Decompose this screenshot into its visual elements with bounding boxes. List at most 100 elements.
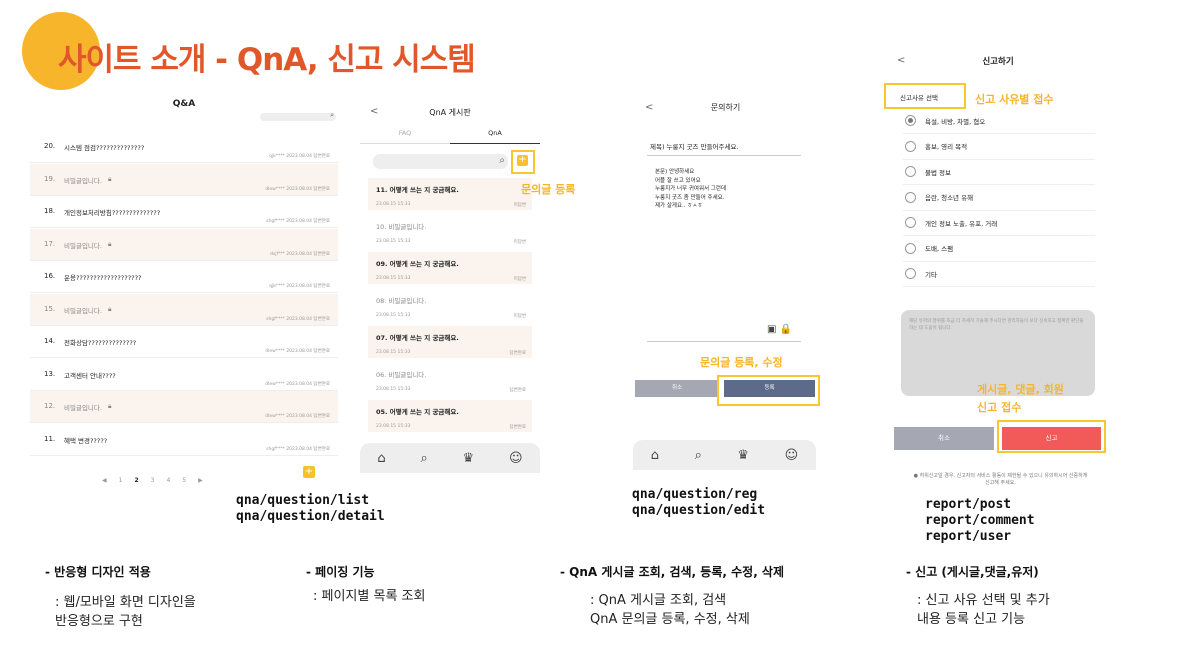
page-number[interactable]: 1 [119, 477, 123, 484]
list-item[interactable]: 07. 어떻게 쓰는 지 궁금해요. 23.08.15 15:33 답변완료 [368, 326, 532, 358]
item-date: 23.08.15 15:33 [376, 387, 411, 392]
list-item[interactable]: 05. 어떻게 쓰는 지 궁금해요. 23.08.15 15:33 답변완료 [368, 400, 532, 432]
search-icon[interactable]: ⌕ [695, 448, 702, 463]
row-meta: shgf**** 2023.08.04 답변완료 [266, 219, 330, 224]
reason-option-label: 음란, 청소년 유해 [925, 194, 974, 202]
row-title[interactable]: 비밀글입니다. [64, 240, 102, 250]
lock-icon: 🔒︎ [108, 304, 112, 313]
profile-icon[interactable]: ☺ [785, 448, 799, 463]
subject-field[interactable]: 제목) 누룽지 굿즈 만들어주세요. [650, 141, 739, 151]
row-number: 18. [44, 207, 56, 215]
cancel-button[interactable]: 취소 [635, 380, 719, 397]
radio-button[interactable] [905, 191, 916, 203]
feature-desc: 반응형으로 구현 [55, 614, 143, 629]
next-page-icon[interactable]: ▶ [198, 477, 203, 484]
reason-option[interactable]: 기타 [905, 268, 937, 279]
bottom-nav: ⌂ ⌕ ♛ ☺ [360, 443, 540, 473]
profile-icon[interactable]: ☺ [509, 451, 523, 466]
search-icon[interactable]: ⌕ [499, 155, 505, 166]
write-button[interactable]: + [303, 466, 315, 478]
list-item[interactable]: 06. 비밀글입니다. 23.08.15 15:33 답변완료 [368, 363, 532, 395]
reason-option-label: 불법 정보 [925, 168, 951, 177]
cancel-button[interactable]: 취소 [894, 427, 994, 450]
page-number[interactable]: 3 [151, 477, 155, 484]
table-row[interactable]: 20. 시스템 점검?????????????? qjk**** 2023.08.0… [30, 131, 338, 163]
item-date: 23.08.15 15:33 [376, 202, 411, 207]
row-title[interactable]: 비밀글입니다. [64, 175, 102, 185]
row-title[interactable]: 시스템 점검?????????????? [64, 142, 144, 152]
highlight-box-report [997, 420, 1106, 453]
table-row[interactable]: 16. 운용??????????????????? qjk**** 2023.08.… [30, 261, 338, 293]
page-number[interactable]: 4 [166, 477, 170, 484]
reason-option[interactable]: 개인 정보 노출, 유포, 거래 [905, 217, 997, 228]
table-row[interactable]: 12. 비밀글입니다. 🔒︎ dlew**** 2023.08.04 답변완료 [30, 391, 338, 423]
item-title[interactable]: 06. 비밀글입니다. [376, 369, 426, 379]
row-number: 14. [44, 337, 56, 345]
item-status: 답변완료 [509, 425, 526, 430]
option-divider [903, 184, 1095, 185]
radio-button[interactable] [905, 115, 916, 126]
search-icon[interactable]: ⌕ [420, 451, 427, 466]
table-row[interactable]: 14. 전화상담?????????????? dlew**** 2023.08.04… [30, 326, 338, 358]
item-title[interactable]: 10. 비밀글입니다. [376, 221, 426, 231]
row-title[interactable]: 혜택 변경????? [64, 435, 107, 445]
page-number[interactable]: 5 [182, 477, 186, 484]
ranking-icon[interactable]: ♛ [737, 448, 749, 463]
item-title[interactable]: 05. 어떻게 쓰는 지 궁금해요. [376, 406, 459, 416]
body-field[interactable]: 본문) 안녕하세요 어플 잘 쓰고 있어요 누룽지가 너무 귀여워서 그런데 누… [655, 168, 726, 211]
ranking-icon[interactable]: ♛ [463, 451, 475, 466]
row-title[interactable]: 비밀글입니다. [64, 402, 102, 412]
route-label: qna/question/reg [632, 487, 758, 502]
radio-button[interactable] [905, 166, 916, 177]
reason-option[interactable]: 음란, 청소년 유해 [905, 191, 974, 203]
row-title[interactable]: 비밀글입니다. [64, 305, 102, 315]
row-title[interactable]: 전화상담?????????????? [64, 337, 136, 347]
reason-option[interactable]: 불법 정보 [905, 166, 951, 177]
inquiry-title: 문의하기 [710, 103, 741, 112]
qna-list-search-input[interactable]: ⌕ [260, 111, 336, 121]
route-label: report/comment [925, 513, 1035, 528]
list-item[interactable]: 11. 어떻게 쓰는 지 궁금해요. 23.08.15 15:33 미답변 [368, 178, 532, 210]
item-title[interactable]: 11. 어떻게 쓰는 지 궁금해요. [376, 184, 459, 194]
report-title: 신고하기 [982, 57, 1014, 67]
highlight-box-add [511, 150, 535, 174]
reason-option[interactable]: 도배, 스팸 [905, 242, 953, 254]
home-icon[interactable]: ⌂ [377, 451, 385, 466]
row-meta: dlew**** 2023.08.04 답변완료 [265, 414, 330, 419]
item-date: 23.08.15 15:33 [376, 239, 411, 244]
row-title[interactable]: 개인정보처리방침?????????????? [64, 207, 160, 217]
tab-qna[interactable]: QnA [450, 129, 540, 137]
tab-faq[interactable]: FAQ [360, 129, 450, 137]
search-icon[interactable]: ⌕ [330, 111, 334, 120]
list-item[interactable]: 09. 어떻게 쓰는 지 궁금해요. 23.08.15 15:33 미답변 [368, 252, 532, 284]
table-row[interactable]: 13. 고객센터 안내???? dlew**** 2023.08.04 답변완료 [30, 359, 338, 391]
reason-option[interactable]: 홍보, 영리 목적 [905, 140, 967, 152]
option-divider [903, 209, 1095, 211]
prev-page-icon[interactable]: ◀ [102, 477, 107, 484]
item-title[interactable]: 09. 어떻게 쓰는 지 궁금해요. [376, 258, 459, 268]
page-number[interactable]: 2 [134, 477, 138, 484]
table-row[interactable]: 19. 비밀글입니다. 🔒︎ dlew**** 2023.08.04 답변완료 [30, 163, 338, 196]
qna-board-search-input[interactable]: ⌕ [373, 154, 508, 169]
radio-button[interactable] [905, 268, 916, 279]
list-item[interactable]: 08. 비밀글입니다. 23.08.15 15:33 미답변 [368, 289, 532, 321]
feature-desc: : 신고 사유 선택 및 추가 [917, 593, 1050, 608]
row-meta: dlew**** 2023.08.04 답변완료 [265, 381, 330, 387]
table-row[interactable]: 18. 개인정보처리방침?????????????? shgf**** 2023.0… [30, 196, 338, 228]
table-row[interactable]: 17. 비밀글입니다. 🔒︎ dsjf*** 2023.08.04 답변완료 [30, 228, 338, 261]
row-title[interactable]: 고객센터 안내???? [64, 370, 116, 380]
item-title[interactable]: 08. 비밀글입니다. [376, 295, 426, 305]
attach-icons[interactable]: ▣ 🔒 [767, 324, 792, 335]
home-icon[interactable]: ⌂ [651, 448, 659, 463]
item-title[interactable]: 07. 어떻게 쓰는 지 궁금해요. [376, 332, 459, 342]
radio-button[interactable] [905, 242, 916, 254]
table-row[interactable]: 11. 혜택 변경????? shgf**** 2023.08.04 답변완료 [30, 424, 338, 456]
radio-button[interactable] [905, 140, 916, 152]
row-title[interactable]: 운용??????????????????? [64, 272, 142, 282]
feature-heading: - 페이징 기능 [306, 565, 375, 579]
table-row[interactable]: 15. 비밀글입니다. 🔒︎ shgf**** 2023.08.04 답변완료 [30, 293, 338, 326]
row-number: 12. [44, 402, 56, 410]
list-item[interactable]: 10. 비밀글입니다. 23.08.15 15:33 미답변 [368, 215, 532, 247]
radio-button[interactable] [905, 217, 916, 228]
reason-option[interactable]: 욕설, 비방, 차별, 혐오 [905, 115, 985, 126]
